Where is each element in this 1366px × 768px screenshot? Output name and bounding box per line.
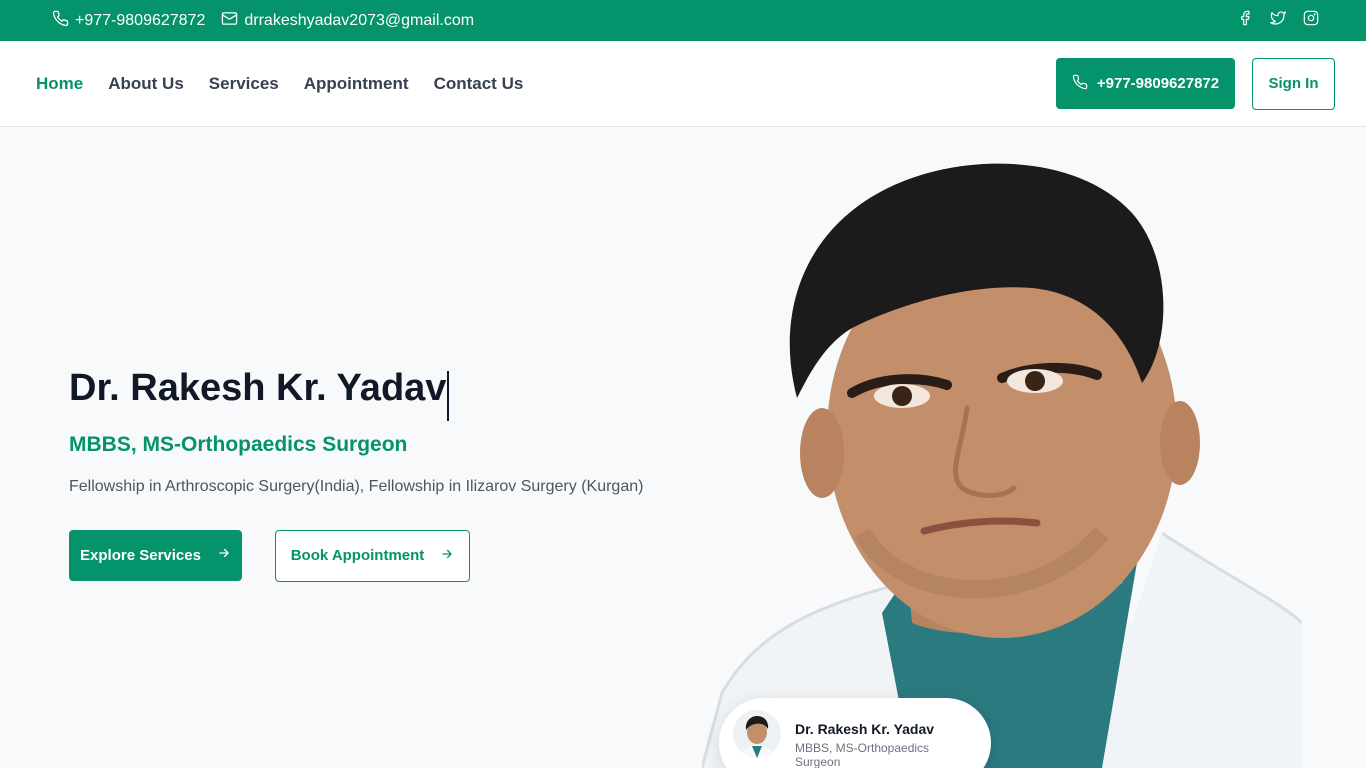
topbar-phone[interactable]: +977-9809627872: [52, 10, 205, 32]
explore-services-label: Explore Services: [80, 546, 201, 564]
doctor-photo: [702, 163, 1302, 768]
phone-icon: [1072, 74, 1088, 94]
doctor-card-degree: MBBS, MS-Orthopaedics Surgeon: [795, 741, 930, 768]
social-links: [1237, 10, 1319, 31]
call-button-label: +977-9809627872: [1096, 75, 1220, 92]
nav-contact-us[interactable]: Contact Us: [434, 74, 524, 94]
nav-links: Home About Us Services Appointment Conta…: [36, 74, 523, 94]
mail-icon: [221, 10, 238, 32]
book-appointment-button[interactable]: Book Appointment: [275, 529, 470, 582]
topbar-email[interactable]: drrakeshyadav2073@gmail.com: [221, 10, 474, 32]
nav-actions: +977-9809627872 Sign In: [1056, 57, 1335, 110]
doctor-card: Dr. Rakesh Kr. Yadav MBBS, MS-Orthopaedi…: [719, 698, 991, 768]
arrow-right-icon: [217, 546, 231, 564]
nav-services[interactable]: Services: [209, 74, 279, 94]
main-navbar: Home About Us Services Appointment Conta…: [0, 41, 1366, 127]
topbar-email-text: drrakeshyadav2073@gmail.com: [244, 11, 475, 29]
avatar: [733, 710, 781, 758]
explore-services-button[interactable]: Explore Services: [69, 529, 242, 581]
topbar-phone-text: +977-9809627872: [75, 11, 206, 29]
nav-about-us[interactable]: About Us: [108, 74, 184, 94]
typing-cursor: [447, 370, 450, 421]
nav-appointment[interactable]: Appointment: [304, 74, 409, 94]
hero-section: Dr. Rakesh Kr. Yadav MBBS, MS-Orthopaedi…: [69, 360, 689, 582]
hero-fellowship: Fellowship in Arthroscopic Surgery(India…: [69, 477, 644, 495]
book-appointment-label: Book Appointment: [290, 547, 425, 565]
call-button[interactable]: +977-9809627872: [1056, 58, 1235, 109]
doctor-card-info: Dr. Rakesh Kr. Yadav MBBS, MS-Orthopaedi…: [795, 710, 977, 768]
hero-title: Dr. Rakesh Kr. Yadav: [69, 367, 447, 409]
sign-in-button[interactable]: Sign In: [1252, 57, 1335, 110]
nav-home[interactable]: Home: [36, 74, 83, 94]
doctor-card-name: Dr. Rakesh Kr. Yadav: [795, 721, 935, 737]
phone-icon: [52, 10, 69, 32]
twitter-icon[interactable]: [1270, 10, 1286, 31]
hero-degree: MBBS, MS-Orthopaedics Surgeon: [69, 432, 408, 456]
facebook-icon[interactable]: [1237, 10, 1253, 31]
hero-buttons: Explore Services Book Appointment: [69, 529, 689, 582]
arrow-right-icon: [440, 547, 454, 565]
top-contact-bar: +977-9809627872 drrakeshyadav2073@gmail.…: [0, 0, 1366, 41]
instagram-icon[interactable]: [1303, 10, 1319, 31]
